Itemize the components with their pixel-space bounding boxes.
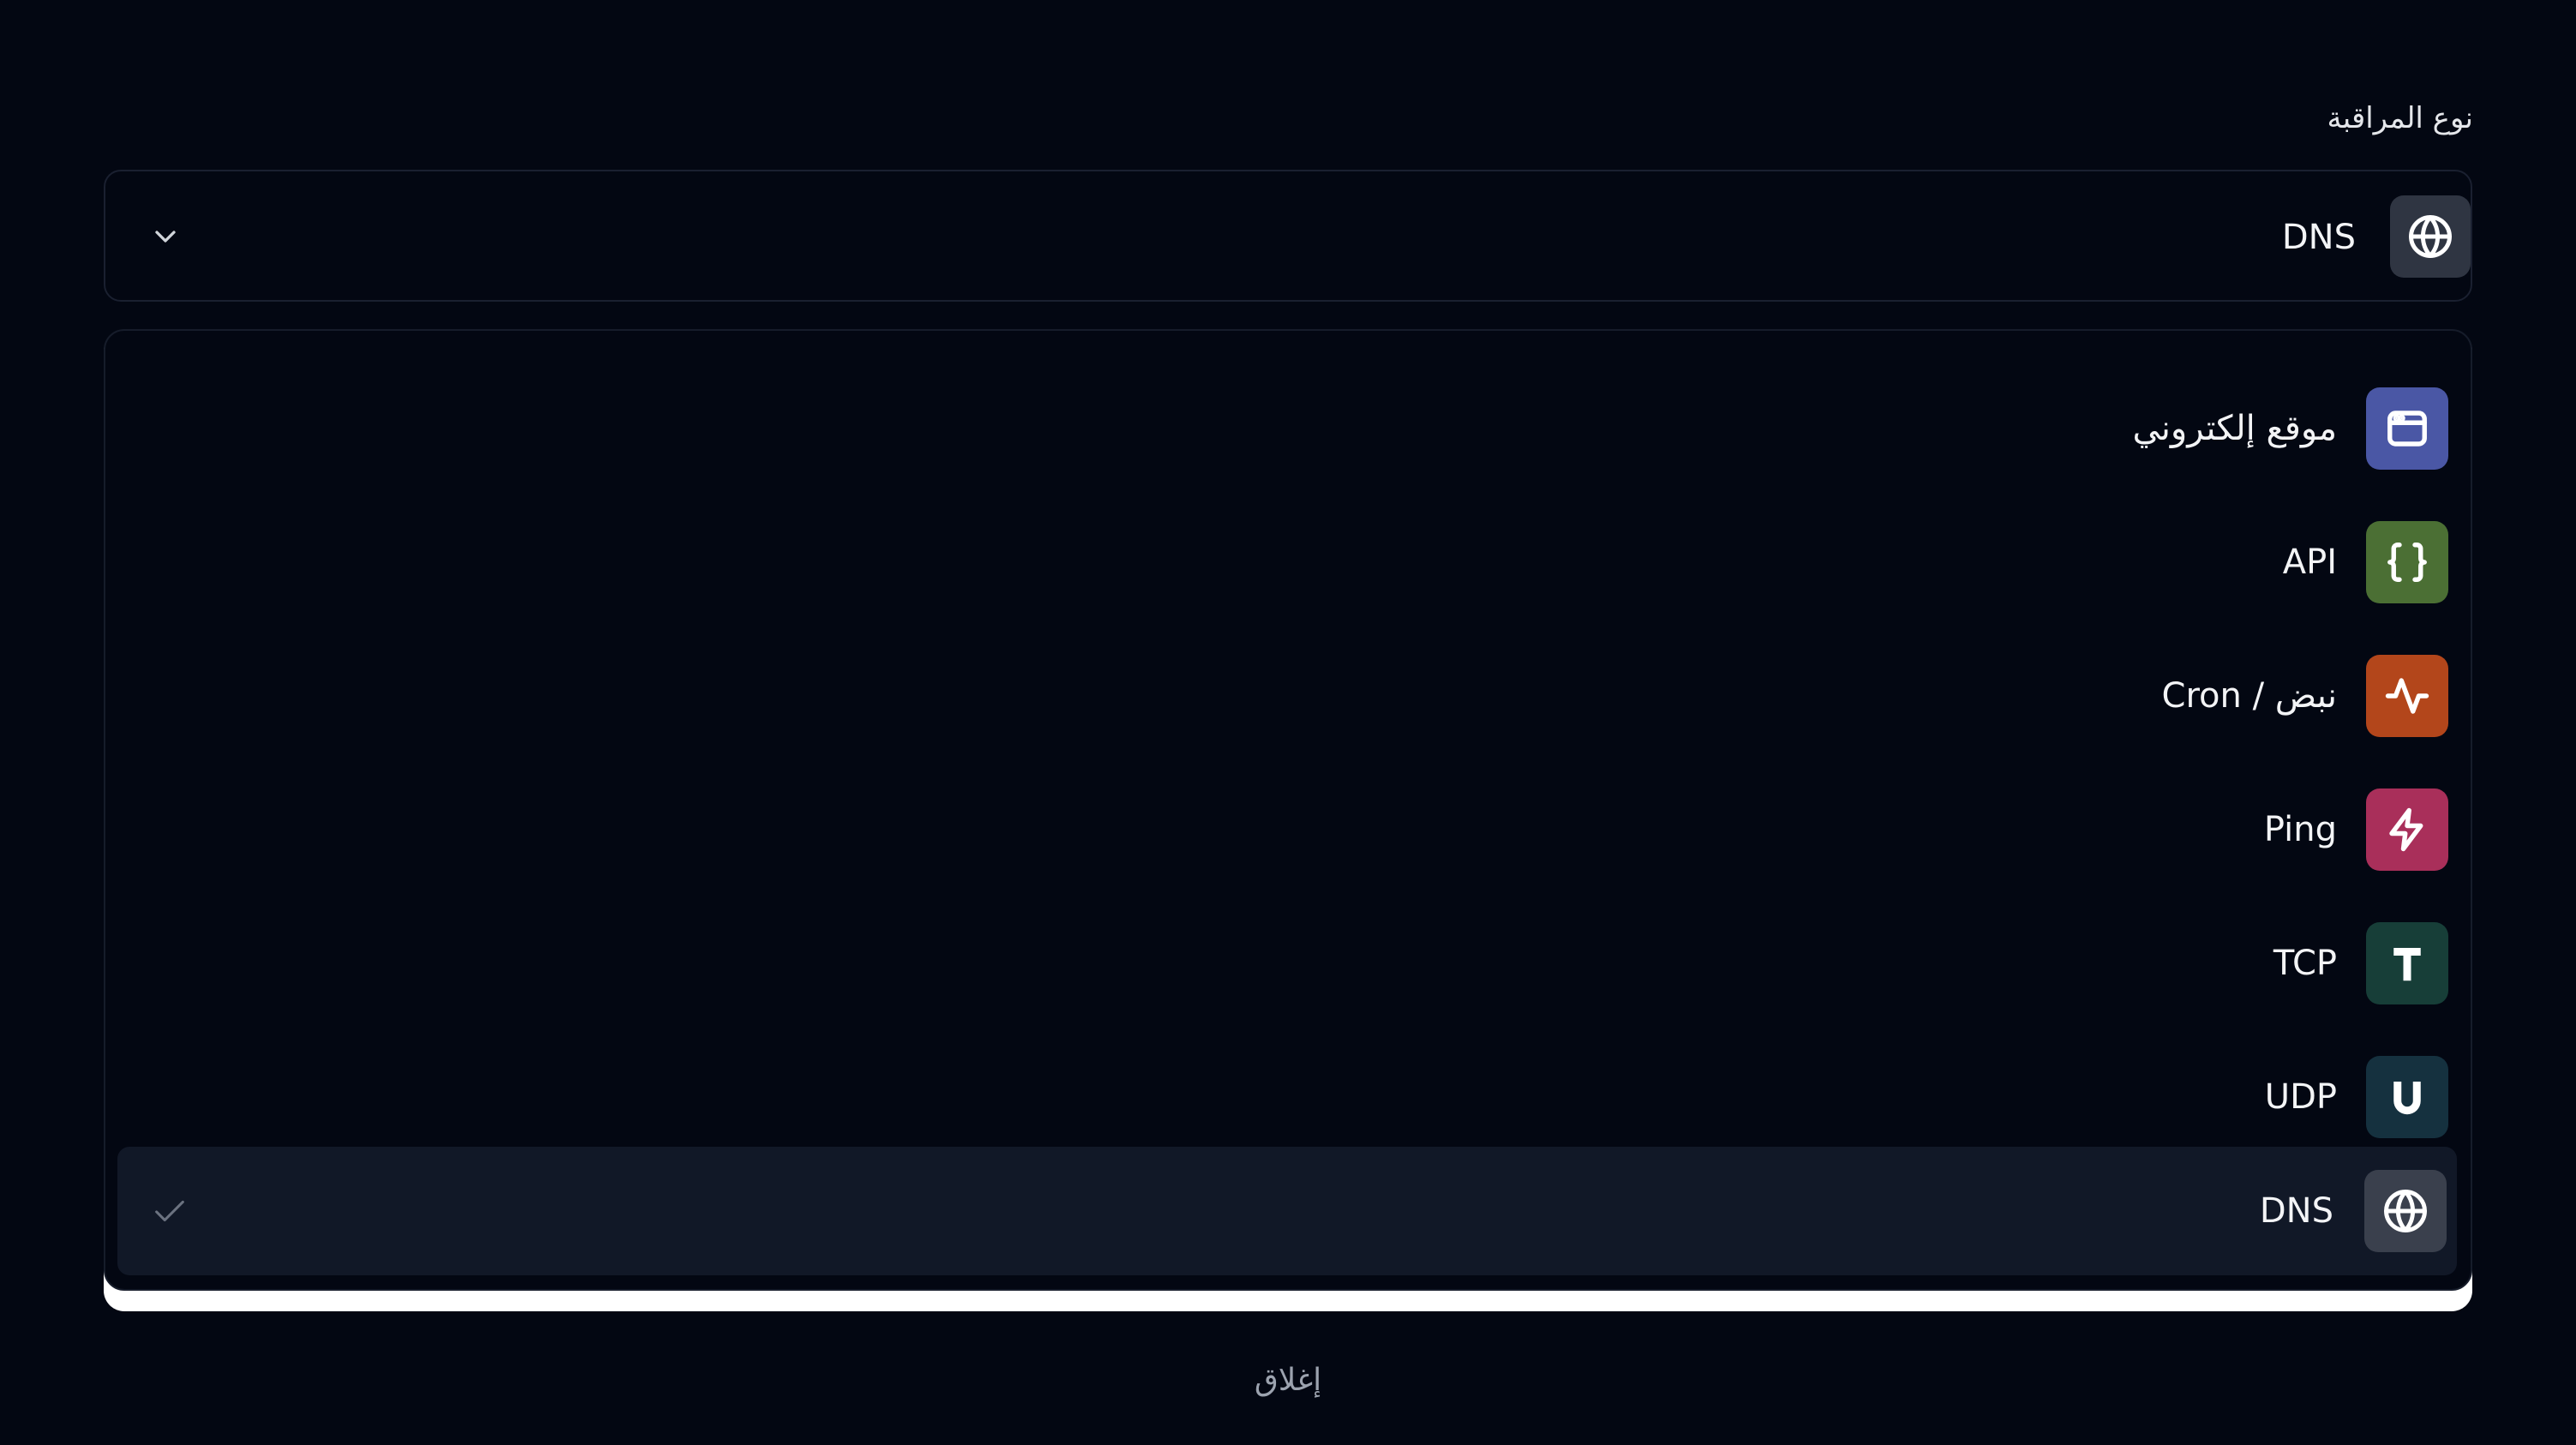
globe-icon	[2364, 1170, 2447, 1252]
option-label: Ping	[2263, 810, 2337, 849]
close-button[interactable]: إغلاق	[0, 1363, 2576, 1398]
option-website[interactable]: موقع إلكتروني	[135, 362, 2448, 495]
option-label: Cron / نبض	[2161, 676, 2337, 716]
globe-icon	[2390, 195, 2471, 278]
option-label: DNS	[2259, 1191, 2333, 1231]
option-label: UDP	[2264, 1077, 2337, 1117]
monitor-type-picker: نوع المراقبة DNS موقع إلكتروني API Cron …	[0, 0, 2576, 1445]
chevron-down-icon[interactable]	[143, 214, 188, 259]
option-udp[interactable]: UDP	[135, 1030, 2448, 1164]
monitor-type-select[interactable]: DNS	[104, 170, 2472, 302]
letter-u-icon	[2366, 1056, 2448, 1138]
braces-icon	[2366, 521, 2448, 603]
option-api[interactable]: API	[135, 495, 2448, 629]
option-label: موقع إلكتروني	[2132, 409, 2337, 448]
option-label: API	[2282, 543, 2337, 582]
option-tcp[interactable]: TCP	[135, 896, 2448, 1030]
lightning-icon	[2366, 788, 2448, 871]
option-label: TCP	[2273, 944, 2337, 983]
check-icon	[148, 1190, 191, 1232]
browser-window-icon	[2366, 387, 2448, 470]
pulse-icon	[2366, 655, 2448, 737]
option-cron[interactable]: Cron / نبض	[135, 629, 2448, 763]
selected-value: DNS	[2281, 218, 2356, 257]
option-dns[interactable]: DNS	[117, 1147, 2457, 1275]
monitor-type-label: نوع المراقبة	[2327, 101, 2473, 135]
monitor-type-dropdown: موقع إلكتروني API Cron / نبض Ping TCP UD…	[104, 329, 2472, 1291]
option-ping[interactable]: Ping	[135, 763, 2448, 896]
letter-t-icon	[2366, 922, 2448, 1004]
